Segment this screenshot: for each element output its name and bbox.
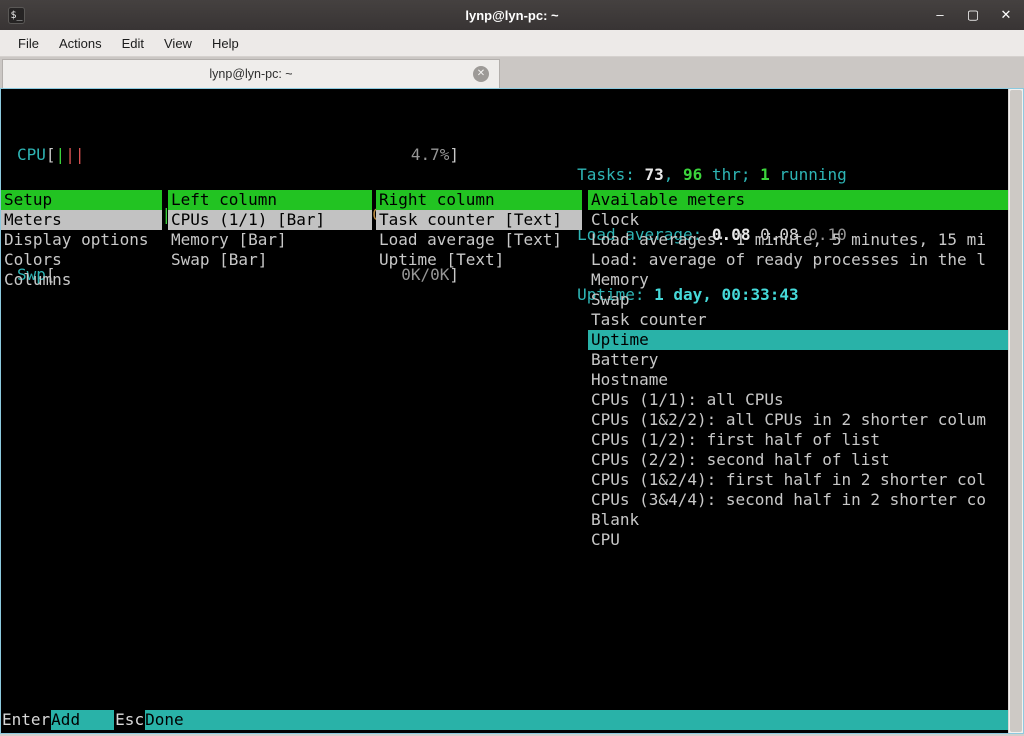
menu-file[interactable]: File	[8, 32, 49, 55]
meter-list-item[interactable]: CPUs (1/1) [Bar]	[168, 210, 372, 230]
meter-list-item[interactable]: CPUs (1&2/4): first half in 2 shorter co…	[588, 470, 1008, 490]
close-button[interactable]: ✕	[998, 7, 1014, 23]
meter-list-item[interactable]: CPUs (3&4/4): second half in 2 shorter c…	[588, 490, 1008, 510]
esc-key[interactable]: Esc	[114, 710, 145, 730]
tasks-line: Tasks: 73, 96 thr; 1 running	[500, 145, 847, 165]
meter-list-item[interactable]: Uptime	[588, 330, 1008, 350]
panel-header: Right column	[376, 190, 582, 210]
meter-list-item[interactable]: Load: average of ready processes in the …	[588, 250, 1008, 270]
cpu-meter: CPU[|||4.7%]	[17, 145, 459, 165]
running-label: running	[770, 165, 847, 184]
meter-list-item[interactable]: CPUs (2/2): second half of list	[588, 450, 1008, 470]
enter-key[interactable]: Enter	[1, 710, 51, 730]
meter-list-item[interactable]: Display options	[1, 230, 162, 250]
threads-count: 96	[683, 165, 702, 184]
menu-actions[interactable]: Actions	[49, 32, 112, 55]
meter-list-item[interactable]: Meters	[1, 210, 162, 230]
cpu-label: CPU	[17, 145, 46, 165]
meter-list-item[interactable]: CPUs (1&2/2): all CPUs in 2 shorter colu…	[588, 410, 1008, 430]
menu-edit[interactable]: Edit	[112, 32, 154, 55]
menu-view[interactable]: View	[154, 32, 202, 55]
meter-list-item[interactable]: Swap [Bar]	[168, 250, 372, 270]
cpu-value: 4.7%	[411, 145, 450, 165]
right-column-panel: Right columnTask counter [Text]Load aver…	[376, 190, 582, 270]
meter-list-item[interactable]: Task counter	[588, 310, 1008, 330]
tab-close-icon[interactable]: ✕	[473, 66, 489, 82]
done-action-button[interactable]: Done	[145, 710, 1008, 730]
meter-list-item[interactable]: Load averages: 1 minute, 5 minutes, 15 m…	[588, 230, 1008, 250]
menu-bar: File Actions Edit View Help	[0, 30, 1024, 57]
window-controls: – ▢ ✕	[932, 7, 1014, 23]
tasks-label: Tasks:	[577, 165, 644, 184]
meter-list-item[interactable]: Memory	[588, 270, 1008, 290]
meter-list-item[interactable]: Columns	[1, 270, 162, 290]
meter-list-item[interactable]: Uptime [Text]	[376, 250, 582, 270]
tasks-count: 73	[645, 165, 664, 184]
terminal-tab[interactable]: lynp@lyn-pc: ~ ✕	[2, 59, 500, 88]
add-action-button[interactable]: Add	[51, 710, 114, 730]
meter-list-item[interactable]: Load average [Text]	[376, 230, 582, 250]
titlebar[interactable]: $_ lynp@lyn-pc: ~ – ▢ ✕	[0, 0, 1024, 30]
scrollbar-thumb[interactable]	[1010, 90, 1022, 732]
meter-list-item[interactable]: Battery	[588, 350, 1008, 370]
left-column-panel: Left columnCPUs (1/1) [Bar]Memory [Bar]S…	[168, 190, 372, 270]
meter-list-item[interactable]: Clock	[588, 210, 1008, 230]
panel-header: Setup	[1, 190, 162, 210]
function-bar: Enter Add Esc Done	[1, 710, 1008, 730]
panel-header: Left column	[168, 190, 372, 210]
cpu-bar: |||	[56, 145, 85, 165]
window-title: lynp@lyn-pc: ~	[0, 8, 1024, 23]
thr-label: thr;	[702, 165, 760, 184]
setup-categories-panel: SetupMetersDisplay optionsColorsColumns	[1, 190, 162, 290]
terminal-icon: $_	[8, 7, 25, 24]
tab-bar: lynp@lyn-pc: ~ ✕	[0, 57, 1024, 88]
meter-list-item[interactable]: Blank	[588, 510, 1008, 530]
running-count: 1	[760, 165, 770, 184]
terminal-screen[interactable]: CPU[|||4.7%] Mem[|||||||||||||||||||||||…	[1, 89, 1008, 733]
minimize-button[interactable]: –	[932, 7, 948, 23]
meter-list-item[interactable]: CPUs (1/2): first half of list	[588, 430, 1008, 450]
meter-list-item[interactable]: Colors	[1, 250, 162, 270]
meter-list-item[interactable]: Hostname	[588, 370, 1008, 390]
meter-list-item[interactable]: CPUs (1/1): all CPUs	[588, 390, 1008, 410]
meter-list-item[interactable]: Swap	[588, 290, 1008, 310]
meter-list-item[interactable]: Memory [Bar]	[168, 230, 372, 250]
terminal-window: CPU[|||4.7%] Mem[|||||||||||||||||||||||…	[0, 88, 1024, 734]
tab-title: lynp@lyn-pc: ~	[209, 67, 292, 81]
maximize-button[interactable]: ▢	[965, 7, 981, 23]
menu-help[interactable]: Help	[202, 32, 249, 55]
available-meters-panel: Available metersClockLoad averages: 1 mi…	[588, 190, 1008, 550]
meter-list-item[interactable]: Task counter [Text]	[376, 210, 582, 230]
scrollbar[interactable]	[1008, 89, 1023, 733]
meter-list-item[interactable]: CPU	[588, 530, 1008, 550]
panel-header: Available meters	[588, 190, 1008, 210]
